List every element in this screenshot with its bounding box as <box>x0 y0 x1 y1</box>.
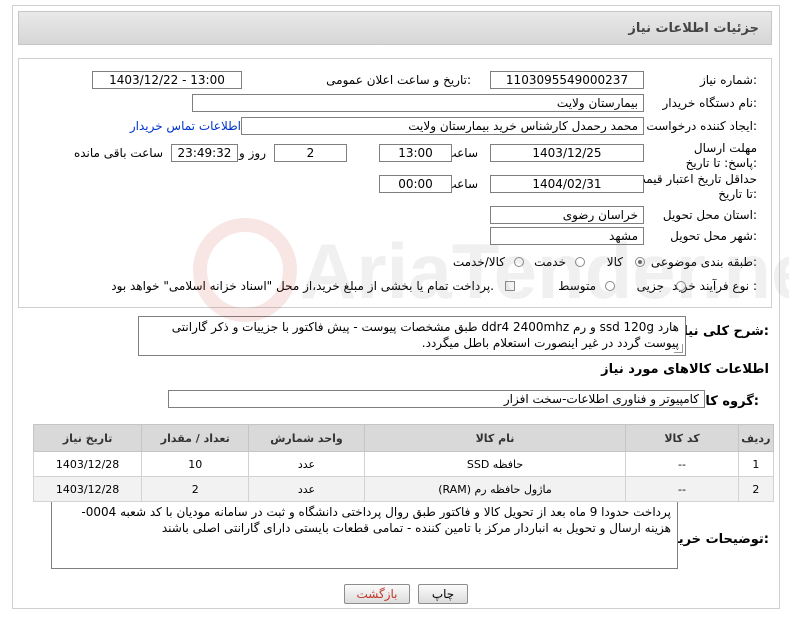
process-option-minor: جزیی <box>636 279 664 293</box>
description-textarea[interactable]: هارد ssd 120g و رم ddr4 2400mhz طبق مشخص… <box>138 316 686 356</box>
cell-unit: عدد <box>248 451 365 477</box>
reply-days-field[interactable]: 2 <box>274 144 347 162</box>
buyer-org-label: نام دستگاه خریدار: <box>662 96 758 110</box>
category-radio-goods-service[interactable] <box>514 257 524 267</box>
col-item-name: نام کالا <box>363 424 627 452</box>
process-option-medium: متوسط <box>558 279 596 293</box>
category-option-goods: کالا <box>606 255 623 269</box>
col-unit: واحد شمارش <box>248 424 365 452</box>
need-number-field[interactable]: 1103095549000237 <box>490 71 644 89</box>
back-button[interactable]: بازگشت <box>344 584 410 604</box>
page-panel: جزئیات اطلاعات نیاز شماره نیاز: 11030955… <box>12 5 780 609</box>
col-item-code: کد کالا <box>625 424 739 452</box>
requester-label: ایجاد کننده درخواست: <box>646 119 757 133</box>
description-text: هارد ssd 120g و رم ddr4 2400mhz طبق مشخص… <box>171 320 679 350</box>
col-need-date: تاریخ نیاز <box>32 424 143 452</box>
cell-need-date: 1403/12/28 <box>32 476 143 502</box>
resize-grip-icon[interactable] <box>674 344 683 353</box>
province-label: استان محل تحویل: <box>662 208 757 222</box>
cell-row-number: 2 <box>737 476 775 502</box>
cell-row-number: 1 <box>737 451 775 477</box>
cell-item-code: -- <box>625 451 739 477</box>
remaining-label: ساعت باقی مانده <box>73 146 163 160</box>
buyer-notes-text: پرداخت حدودا 9 ماه بعد از تحویل کالا و ف… <box>81 505 671 535</box>
requester-field[interactable]: محمد رحمدل کارشناس خرید بیمارستان ولایت <box>241 117 644 135</box>
table-row[interactable]: 1 -- حافظه SSD عدد 10 1403/12/28 <box>32 451 775 477</box>
cell-item-name: حافظه SSD <box>363 451 627 477</box>
description-label: شرح کلی نیاز: <box>675 324 769 339</box>
contact-info-link[interactable]: اطلاعات تماس خریدار <box>130 119 241 133</box>
cell-item-name: ماژول حافظه رم (RAM) <box>363 476 627 502</box>
goods-group-label: گروه کالا: <box>695 394 759 409</box>
cell-unit: عدد <box>248 476 365 502</box>
buyer-org-field[interactable]: بیمارستان ولایت <box>192 94 644 112</box>
reply-time-field[interactable]: 13:00 <box>379 144 452 162</box>
city-label: شهر محل تحویل: <box>670 229 757 243</box>
treasury-payment-note: پرداخت تمام یا بخشی از مبلغ خرید،از محل … <box>111 279 494 293</box>
announce-field[interactable]: 1403/12/22 - 13:00 <box>92 71 242 89</box>
validity-label: حداقل تاریخ اعتبار قیمت: تا تاریخ: <box>630 172 757 201</box>
page-title: جزئیات اطلاعات نیاز <box>628 21 759 36</box>
cell-need-date: 1403/12/28 <box>32 451 143 477</box>
remaining-time-field[interactable]: 23:49:32 <box>171 144 238 162</box>
category-option-goods-service: کالا/خدمت <box>452 255 505 269</box>
treasury-payment-checkbox[interactable] <box>505 281 515 291</box>
reply-date-field[interactable]: 1403/12/25 <box>490 144 644 162</box>
category-option-service: خدمت <box>534 255 566 269</box>
reply-deadline-label: مهلت ارسال پاسخ: تا تاریخ: <box>685 141 757 170</box>
announce-label: تاریخ و ساعت اعلان عمومی: <box>326 73 471 87</box>
cell-quantity: 10 <box>141 451 250 477</box>
province-field[interactable]: خراسان رضوی <box>490 206 644 224</box>
process-radio-medium[interactable] <box>605 281 615 291</box>
col-quantity: تعداد / مقدار <box>141 424 250 452</box>
process-radio-minor[interactable] <box>676 281 686 291</box>
validity-date-field[interactable]: 1404/02/31 <box>490 175 644 193</box>
validity-time-field[interactable]: 00:00 <box>379 175 452 193</box>
city-field[interactable]: مشهد <box>490 227 644 245</box>
print-button[interactable]: چاپ <box>418 584 468 604</box>
panel-titlebar: جزئیات اطلاعات نیاز <box>18 11 772 45</box>
category-radio-goods[interactable] <box>635 257 645 267</box>
col-row-number: ردیف <box>737 424 775 452</box>
buyer-notes-textarea[interactable]: پرداخت حدودا 9 ماه بعد از تحویل کالا و ف… <box>51 501 678 569</box>
days-label: روز و <box>239 146 266 160</box>
cell-item-code: -- <box>625 476 739 502</box>
table-row[interactable]: 2 -- ماژول حافظه رم (RAM) عدد 2 1403/12/… <box>32 476 775 502</box>
need-number-label: شماره نیاز: <box>699 73 757 87</box>
goods-section-title: اطلاعات کالاهای مورد نیاز <box>601 362 769 377</box>
need-info-form: شماره نیاز: 1103095549000237 تاریخ و ساع… <box>18 58 772 308</box>
category-radio-service[interactable] <box>575 257 585 267</box>
cell-quantity: 2 <box>141 476 250 502</box>
category-label: طبقه بندی موضوعی: <box>650 255 757 269</box>
goods-group-field[interactable]: کامپیوتر و فناوری اطلاعات-سخت افزار <box>168 390 705 408</box>
goods-table: ردیف کد کالا نام کالا واحد شمارش تعداد /… <box>32 424 775 502</box>
goods-table-header: ردیف کد کالا نام کالا واحد شمارش تعداد /… <box>32 424 775 452</box>
